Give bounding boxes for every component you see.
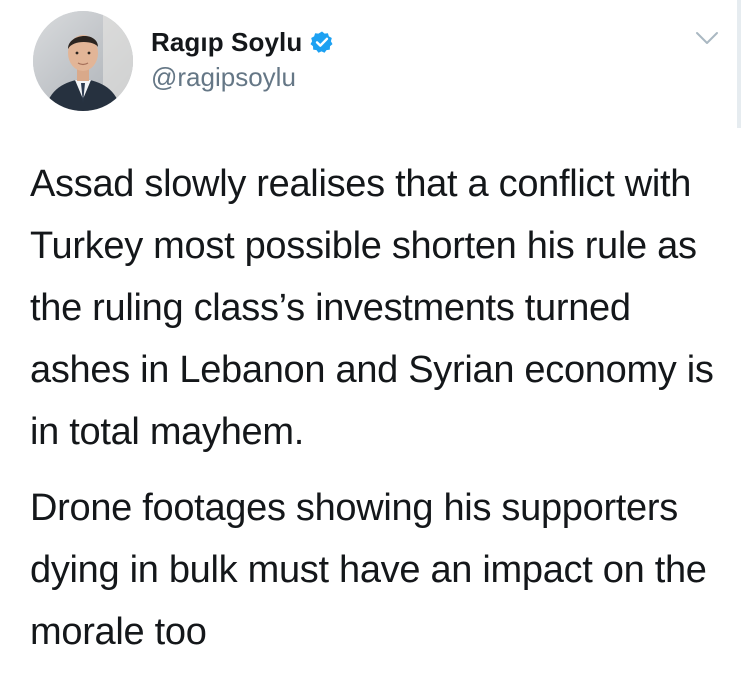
tweet-paragraph: Drone footages showing his supporters dy…: [30, 487, 707, 653]
author-name-row[interactable]: Ragıp Soylu: [151, 25, 334, 59]
verified-badge-icon: [310, 30, 334, 54]
tweet-card: Ragıp Soylu @ragipsoylu Assad slowly rea…: [0, 0, 750, 684]
avatar[interactable]: [33, 11, 133, 111]
tweet-text: Assad slowly realises that a conflict wi…: [30, 153, 740, 663]
display-name[interactable]: Ragıp Soylu: [151, 27, 302, 58]
scroll-edge: [737, 0, 741, 128]
avatar-photo-icon: [33, 11, 133, 111]
author-handle[interactable]: @ragipsoylu: [151, 62, 296, 93]
chevron-down-icon[interactable]: [695, 30, 719, 46]
tweet-paragraph: Assad slowly realises that a conflict wi…: [30, 163, 714, 453]
